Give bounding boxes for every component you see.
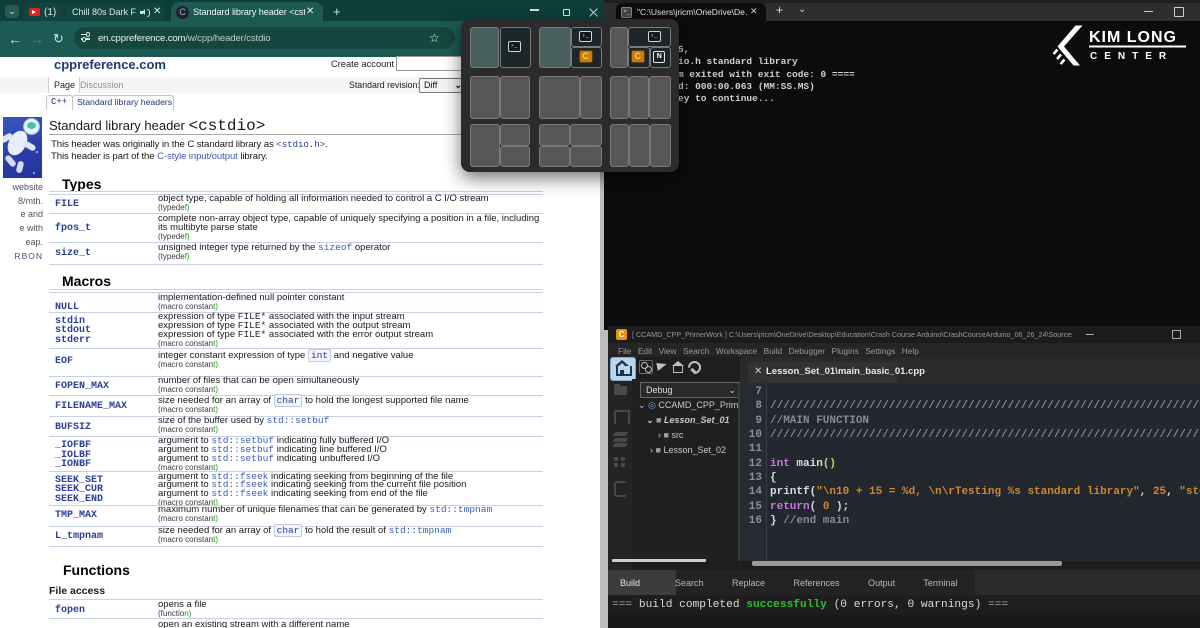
svg-text:KIM LONG: KIM LONG bbox=[1089, 29, 1177, 46]
svg-text:CENTER: CENTER bbox=[1090, 51, 1173, 62]
